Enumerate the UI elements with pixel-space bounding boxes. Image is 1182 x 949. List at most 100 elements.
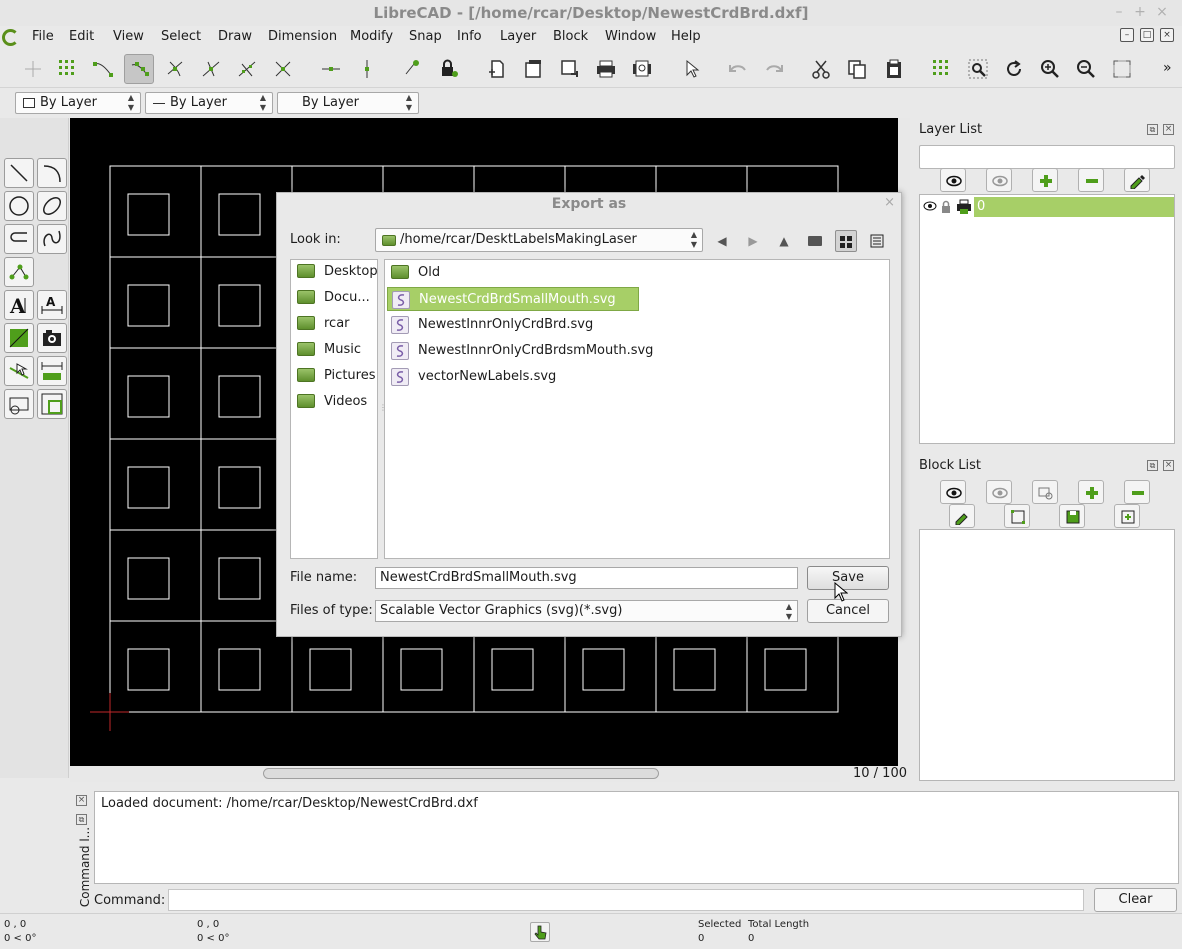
list-view-icon[interactable] [835, 230, 857, 252]
edit-block-icon[interactable] [1004, 504, 1030, 528]
layer-row[interactable]: 0 [920, 197, 1174, 217]
linewidth-select[interactable]: By Layer ▲ ▼ [277, 92, 419, 114]
forward-arrow-icon[interactable]: ▶ [742, 230, 764, 252]
ellipse-tool-icon[interactable] [37, 191, 67, 221]
mdi-minimize-button[interactable]: – [1120, 28, 1134, 42]
hide-all-blocks-icon[interactable] [986, 480, 1012, 504]
file-item-selected[interactable]: NewestCrdBrdSmallMouth.svg [387, 287, 639, 311]
edit-layer-icon[interactable] [1124, 168, 1150, 192]
file-name-input[interactable]: NewestCrdBrdSmallMouth.svg [375, 567, 798, 589]
show-all-blocks-icon[interactable] [940, 480, 966, 504]
line-tool-icon[interactable] [4, 158, 34, 188]
paste-icon[interactable] [879, 54, 909, 84]
layer-float-icon[interactable]: ⧉ [1147, 124, 1158, 135]
place-documents[interactable]: Docu... [295, 287, 379, 309]
print-preview-icon[interactable] [627, 54, 657, 84]
remove-block-icon[interactable] [1124, 480, 1150, 504]
snap-distance-icon[interactable] [232, 54, 262, 84]
restrict-horizontal-icon[interactable] [316, 54, 346, 84]
file-type-select[interactable]: Scalable Vector Graphics (svg)(*.svg) ▲ ▼ [375, 600, 798, 622]
clear-button[interactable]: Clear [1094, 888, 1177, 912]
back-arrow-icon[interactable]: ◀ [711, 230, 733, 252]
menu-select[interactable]: Select [161, 28, 201, 46]
spline-tool-icon[interactable] [37, 224, 67, 254]
select-tool-icon[interactable] [37, 389, 67, 419]
redo-icon[interactable] [759, 54, 789, 84]
zoom-window-icon[interactable] [963, 54, 993, 84]
relative-zero-icon[interactable] [398, 54, 428, 84]
save-button[interactable]: Save [807, 566, 889, 590]
modify-tool-icon[interactable] [4, 356, 34, 386]
layer-close-icon[interactable]: × [1163, 124, 1174, 135]
menu-help[interactable]: Help [671, 28, 701, 46]
new-document-icon[interactable] [482, 54, 512, 84]
cancel-button[interactable]: Cancel [807, 599, 889, 623]
lock-relative-zero-icon[interactable] [434, 54, 464, 84]
print-icon[interactable] [591, 54, 621, 84]
place-home[interactable]: rcar [295, 313, 379, 335]
circle-tool-icon[interactable] [4, 191, 34, 221]
snap-intersection-icon[interactable] [268, 54, 298, 84]
layer-visible-icon[interactable] [923, 199, 937, 217]
menu-file[interactable]: File [32, 28, 54, 46]
grid-icon[interactable] [927, 54, 957, 84]
close-window-button[interactable]: × [1153, 3, 1171, 21]
undo-icon[interactable] [723, 54, 753, 84]
zoom-auto-icon[interactable] [1107, 54, 1137, 84]
image-tool-icon[interactable] [37, 323, 67, 353]
command-close-icon[interactable]: × [76, 795, 87, 806]
menu-draw[interactable]: Draw [218, 28, 252, 46]
linetype-select[interactable]: By Layer ▲ ▼ [145, 92, 273, 114]
minimize-button[interactable]: – [1110, 3, 1128, 21]
menu-window[interactable]: Window [605, 28, 656, 46]
layer-print-icon[interactable] [956, 199, 972, 219]
layer-filter-input[interactable] [919, 145, 1175, 169]
snap-endpoint-icon[interactable] [88, 54, 118, 84]
select-pointer-icon[interactable] [676, 54, 706, 84]
zoom-out-icon[interactable] [1071, 54, 1101, 84]
place-pictures[interactable]: Pictures [295, 365, 379, 387]
snap-center-icon[interactable] [160, 54, 190, 84]
show-all-layers-icon[interactable] [940, 168, 966, 192]
toolbar-overflow-icon[interactable]: » [1163, 60, 1172, 76]
menu-block[interactable]: Block [553, 28, 588, 46]
file-item[interactable]: NewestInnrOnlyCrdBrdsmMouth.svg [387, 339, 653, 363]
command-input[interactable] [168, 889, 1084, 911]
look-in-select[interactable]: /home/rcar/DesktLabelsMakingLaser ▲ ▼ [375, 228, 703, 252]
dialog-close-icon[interactable]: × [884, 195, 895, 210]
snap-free-icon[interactable] [18, 54, 48, 84]
block-tool-icon[interactable] [4, 389, 34, 419]
place-desktop[interactable]: Desktop [295, 261, 379, 283]
create-block-icon[interactable] [1032, 480, 1058, 504]
menu-dimension[interactable]: Dimension [268, 28, 337, 46]
point-tool-icon[interactable] [4, 257, 34, 287]
new-folder-icon[interactable] [804, 230, 826, 252]
hatch-tool-icon[interactable] [4, 323, 34, 353]
maximize-button[interactable]: + [1131, 3, 1149, 21]
menu-layer[interactable]: Layer [500, 28, 536, 46]
save-icon[interactable] [555, 54, 585, 84]
snap-grid-icon[interactable] [53, 54, 83, 84]
hide-all-layers-icon[interactable] [986, 168, 1012, 192]
dimension-tool-icon[interactable]: A [37, 290, 67, 320]
block-float-icon[interactable]: ⧉ [1147, 460, 1158, 471]
polyline-tool-icon[interactable] [4, 224, 34, 254]
layer-name[interactable]: 0 [974, 197, 1174, 217]
snap-middle-icon[interactable] [196, 54, 226, 84]
place-music[interactable]: Music [295, 339, 379, 361]
mdi-restore-button[interactable]: □ [1140, 28, 1154, 42]
horizontal-scroll-thumb[interactable] [263, 768, 659, 779]
menu-view[interactable]: View [113, 28, 144, 46]
file-item-old[interactable]: Old [387, 261, 587, 285]
parent-directory-icon[interactable]: ▲ [773, 230, 795, 252]
menu-snap[interactable]: Snap [409, 28, 442, 46]
save-block-icon[interactable] [1059, 504, 1085, 528]
menu-modify[interactable]: Modify [350, 28, 393, 46]
restrict-vertical-icon[interactable] [352, 54, 382, 84]
file-item[interactable]: vectorNewLabels.svg [387, 365, 587, 389]
place-videos[interactable]: Videos [295, 391, 379, 413]
add-layer-icon[interactable] [1032, 168, 1058, 192]
file-item[interactable]: NewestInnrOnlyCrdBrd.svg [387, 313, 617, 337]
open-icon[interactable] [519, 54, 549, 84]
text-tool-icon[interactable]: A [4, 290, 34, 320]
